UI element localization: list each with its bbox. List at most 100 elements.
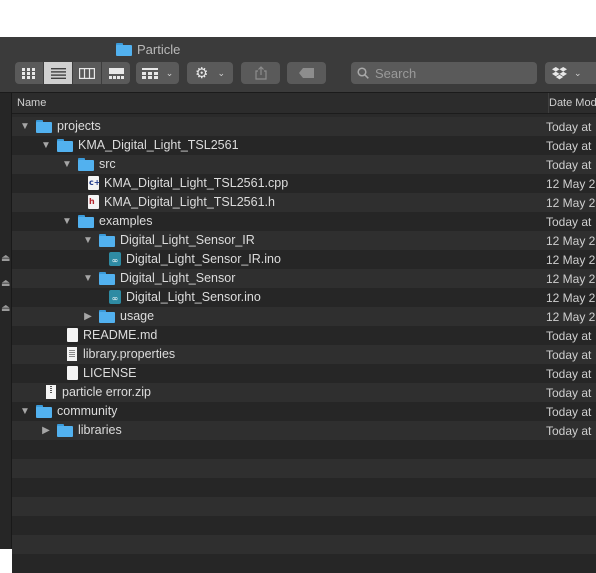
file-name: community: [57, 404, 118, 418]
empty-row: [12, 516, 596, 535]
file-row[interactable]: ▼ examples Today at: [12, 212, 596, 231]
document-icon: [67, 328, 78, 345]
file-date-modified: Today at: [546, 139, 592, 153]
disclosure-triangle-expanded-icon[interactable]: ▼: [41, 140, 51, 151]
disclosure-triangle-expanded-icon[interactable]: ▼: [62, 159, 72, 170]
action-menu-button[interactable]: ⚙ ⌄: [187, 62, 233, 84]
file-row[interactable]: ∞ Digital_Light_Sensor_IR.ino 12 May 2: [12, 250, 596, 269]
file-name: KMA_Digital_Light_TSL2561.h: [104, 195, 275, 209]
file-name: LICENSE: [83, 366, 137, 380]
folder-icon: [36, 120, 52, 136]
file-name: usage: [120, 309, 155, 323]
list-view-button[interactable]: [44, 62, 73, 84]
group-by-button[interactable]: ⌄: [136, 62, 179, 84]
file-name: src: [99, 157, 116, 171]
file-row[interactable]: particle error.zip Today at: [12, 383, 596, 402]
file-date-modified: 12 May 2: [546, 196, 596, 210]
file-row[interactable]: ∞ Digital_Light_Sensor.ino 12 May 2: [12, 288, 596, 307]
column-view-icon: [79, 67, 95, 79]
file-date-modified: Today at: [546, 424, 592, 438]
folder-icon: [99, 234, 115, 250]
disclosure-triangle-expanded-icon[interactable]: ▼: [83, 235, 93, 246]
file-name: projects: [57, 119, 101, 133]
disclosure-triangle-expanded-icon[interactable]: ▼: [20, 406, 30, 417]
file-date-modified: Today at: [546, 329, 592, 343]
column-header-name[interactable]: Name: [17, 97, 46, 109]
file-row[interactable]: ▼ src Today at: [12, 155, 596, 174]
file-row[interactable]: h KMA_Digital_Light_TSL2561.h 12 May 2: [12, 193, 596, 212]
file-date-modified: Today at: [546, 386, 592, 400]
file-row[interactable]: ▼ projects Today at: [12, 117, 596, 136]
file-name: library.properties: [83, 347, 176, 361]
search-field[interactable]: [351, 62, 537, 84]
file-row[interactable]: ▼ community Today at: [12, 402, 596, 421]
file-date-modified: 12 May 2: [546, 253, 596, 267]
file-row[interactable]: README.md Today at: [12, 326, 596, 345]
folder-icon: [116, 42, 132, 56]
header-file-icon: h: [88, 195, 99, 212]
title-toolbar: Particle ⌄ ⚙ ⌄ Search ⌄: [0, 37, 596, 93]
file-date-modified: 12 May 2: [546, 291, 596, 305]
file-date-modified: Today at: [546, 158, 592, 172]
dropbox-icon: [552, 66, 567, 79]
file-row[interactable]: library.properties Today at: [12, 345, 596, 364]
file-name: README.md: [83, 328, 158, 342]
file-row[interactable]: ▼ Digital_Light_Sensor_IR 12 May 2: [12, 231, 596, 250]
group-grid-icon: [141, 67, 158, 79]
file-row[interactable]: ▶ usage 12 May 2: [12, 307, 596, 326]
folder-icon: [78, 158, 94, 174]
gallery-view-button[interactable]: [102, 62, 130, 84]
file-row[interactable]: ▶ libraries Today at: [12, 421, 596, 440]
disclosure-triangle-expanded-icon[interactable]: ▼: [20, 121, 30, 132]
icon-view-button[interactable]: [15, 62, 44, 84]
disclosure-triangle-expanded-icon[interactable]: ▼: [83, 273, 93, 284]
file-row[interactable]: ▼ KMA_Digital_Light_TSL2561 Today at: [12, 136, 596, 155]
file-date-modified: 12 May 2: [546, 272, 596, 286]
sidebar-item-glyph: ⏏: [1, 253, 11, 264]
folder-icon: [57, 424, 73, 440]
folder-icon: [99, 272, 115, 288]
file-date-modified: Today at: [546, 215, 592, 229]
file-row[interactable]: ▼ Digital_Light_Sensor 12 May 2: [12, 269, 596, 288]
column-view-button[interactable]: [73, 62, 102, 84]
file-name: particle error.zip: [62, 385, 151, 399]
share-button[interactable]: [241, 62, 280, 84]
sidebar-item-glyph: ⏏: [1, 303, 11, 314]
file-date-modified: Today at: [546, 367, 592, 381]
folder-icon: [99, 310, 115, 326]
gallery-view-icon: [108, 67, 124, 79]
arduino-file-icon: ∞: [109, 290, 121, 304]
file-name: Digital_Light_Sensor_IR: [120, 233, 255, 247]
empty-row: [12, 478, 596, 497]
list-view-icon: [50, 67, 66, 79]
document-icon: [67, 366, 78, 383]
search-input[interactable]: [375, 65, 525, 81]
sidebar-edge: ⏏ ⏏ ⏏: [0, 93, 12, 549]
empty-row: [12, 497, 596, 516]
file-name: Digital_Light_Sensor: [120, 271, 236, 285]
search-icon: [357, 67, 369, 79]
dropbox-button[interactable]: ⌄: [545, 62, 596, 84]
column-header-date-modified[interactable]: Date Modified: [549, 97, 596, 109]
edit-tags-button[interactable]: [287, 62, 326, 84]
file-name: Digital_Light_Sensor_IR.ino: [126, 252, 281, 266]
window-title-text: Particle: [137, 41, 181, 57]
file-name: KMA_Digital_Light_TSL2561.cpp: [104, 176, 289, 190]
disclosure-triangle-expanded-icon[interactable]: ▼: [62, 216, 72, 227]
file-row[interactable]: c+ KMA_Digital_Light_TSL2561.cpp 12 May 2: [12, 174, 596, 193]
zip-file-icon: [46, 385, 56, 402]
arduino-file-icon: ∞: [109, 252, 121, 266]
file-row[interactable]: LICENSE Today at: [12, 364, 596, 383]
text-file-icon: [67, 347, 77, 364]
disclosure-triangle-collapsed-icon[interactable]: ▶: [41, 425, 51, 436]
sidebar-item-glyph: ⏏: [1, 278, 11, 289]
chevron-down-icon: ⌄: [165, 67, 174, 78]
disclosure-triangle-collapsed-icon[interactable]: ▶: [83, 311, 93, 322]
folder-icon: [78, 215, 94, 231]
file-name: examples: [99, 214, 153, 228]
desktop-background: [0, 0, 596, 37]
share-icon: [254, 66, 267, 80]
gear-icon: ⚙: [195, 65, 209, 82]
file-date-modified: 12 May 2: [546, 177, 596, 191]
chevron-down-icon: ⌄: [574, 67, 582, 78]
